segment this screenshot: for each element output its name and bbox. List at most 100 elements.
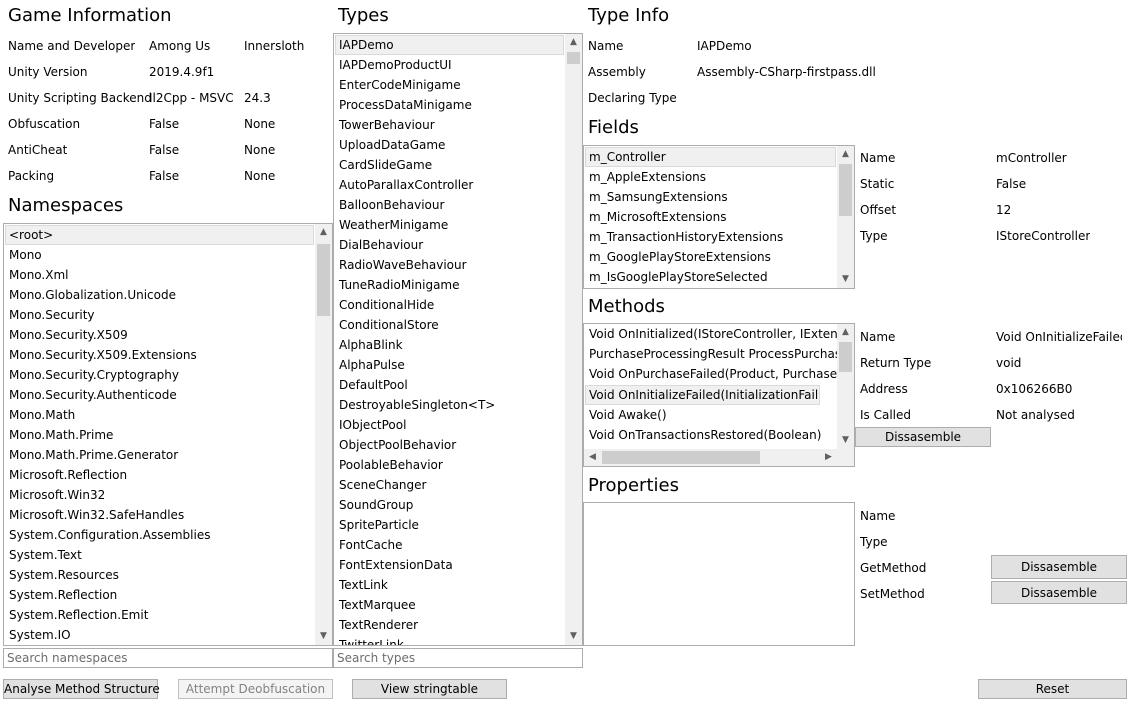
list-item[interactable]: WeatherMinigame <box>334 215 582 235</box>
scroll-up-icon[interactable]: ▲ <box>837 146 854 163</box>
detail-label: Name <box>860 509 896 523</box>
list-item[interactable]: FontExtensionData <box>334 555 582 575</box>
setmethod-disassemble-button[interactable]: Dissasemble <box>991 581 1127 604</box>
scroll-down-icon[interactable]: ▼ <box>837 271 854 288</box>
methods-list[interactable]: Void OnInitialized(IStoreController, IEx… <box>583 323 855 467</box>
list-item[interactable]: System.Reflection.Emit <box>4 605 332 625</box>
list-item[interactable]: SceneChanger <box>334 475 582 495</box>
list-item[interactable]: m_AppleExtensions <box>584 167 854 187</box>
list-item[interactable]: TuneRadioMinigame <box>334 275 582 295</box>
getmethod-disassemble-button[interactable]: Dissasemble <box>991 555 1127 579</box>
scrollbar-thumb[interactable] <box>602 451 760 464</box>
scrollbar-thumb[interactable] <box>839 164 852 216</box>
properties-list[interactable] <box>583 502 855 646</box>
list-item[interactable]: m_SamsungExtensions <box>584 187 854 207</box>
list-item[interactable]: DefaultPool <box>334 375 582 395</box>
list-item[interactable]: DialBehaviour <box>334 235 582 255</box>
reset-button[interactable]: Reset <box>978 679 1127 699</box>
list-item[interactable]: TextMarquee <box>334 595 582 615</box>
view-stringtable-button[interactable]: View stringtable <box>352 679 507 699</box>
list-item[interactable]: FontCache <box>334 535 582 555</box>
list-item[interactable]: Mono.Security <box>4 305 332 325</box>
scroll-down-icon[interactable]: ▼ <box>837 432 854 449</box>
list-item[interactable]: CardSlideGame <box>334 155 582 175</box>
list-item[interactable]: PurchaseProcessingResult ProcessPurchase… <box>584 344 838 364</box>
list-item[interactable]: Void OnPurchaseFailed(Product, PurchaseF… <box>584 364 838 384</box>
list-item[interactable]: Mono.Globalization.Unicode <box>4 285 332 305</box>
list-item[interactable]: PoolableBehavior <box>334 455 582 475</box>
scrollbar-thumb[interactable] <box>839 342 852 372</box>
list-item[interactable]: IAPDemo <box>335 35 564 55</box>
list-item[interactable]: Mono.Math <box>4 405 332 425</box>
scroll-up-icon[interactable]: ▲ <box>837 324 854 341</box>
list-item[interactable]: Mono.Security.X509 <box>4 325 332 345</box>
scroll-right-icon[interactable]: ▶ <box>820 449 837 466</box>
types-scrollbar[interactable]: ▲ ▼ <box>565 34 582 645</box>
list-item[interactable]: TowerBehaviour <box>334 115 582 135</box>
list-item[interactable]: Void OnTransactionsRestored(Boolean) <box>584 425 838 445</box>
list-item[interactable]: Microsoft.Reflection <box>4 465 332 485</box>
types-list[interactable]: IAPDemo IAPDemoProductUI EnterCodeMinigame… <box>333 33 583 646</box>
list-item[interactable]: Microsoft.Win32 <box>4 485 332 505</box>
list-item[interactable]: m_TransactionHistoryExtensions <box>584 227 854 247</box>
search-types-input[interactable] <box>333 648 583 668</box>
list-item[interactable]: Mono.Math.Prime.Generator <box>4 445 332 465</box>
list-item[interactable]: SpriteParticle <box>334 515 582 535</box>
fields-list[interactable]: m_Controller m_AppleExtensions m_SamsungEx… <box>583 145 855 289</box>
list-item[interactable]: Void Awake() <box>584 405 838 425</box>
list-item[interactable]: IAPDemoProductUI <box>334 55 582 75</box>
namespaces-scrollbar[interactable]: ▲ ▼ <box>315 224 332 645</box>
scroll-left-icon[interactable]: ◀ <box>584 449 601 466</box>
namespaces-list[interactable]: <root> Mono Mono.Xml Mono.Globalization.Uni… <box>3 223 333 646</box>
list-item[interactable]: SoundGroup <box>334 495 582 515</box>
list-item[interactable]: AlphaBlink <box>334 335 582 355</box>
list-item[interactable]: System.Configuration.Assemblies <box>4 525 332 545</box>
scrollbar-thumb[interactable] <box>567 52 580 64</box>
scroll-down-icon[interactable]: ▼ <box>315 628 332 645</box>
search-namespaces-input[interactable] <box>3 648 333 668</box>
list-item[interactable]: IObjectPool <box>334 415 582 435</box>
list-item[interactable]: ProcessDataMinigame <box>334 95 582 115</box>
list-item[interactable]: AlphaPulse <box>334 355 582 375</box>
list-item[interactable]: Mono.Math.Prime <box>4 425 332 445</box>
scroll-up-icon[interactable]: ▲ <box>565 34 582 51</box>
scroll-up-icon[interactable]: ▲ <box>315 224 332 241</box>
list-item[interactable]: ConditionalStore <box>334 315 582 335</box>
methods-vscrollbar[interactable]: ▲ ▼ <box>837 324 854 449</box>
list-item[interactable]: Void OnInitialized(IStoreController, IEx… <box>584 324 838 344</box>
list-item[interactable]: DestroyableSingleton<T> <box>334 395 582 415</box>
attempt-deobfuscation-button[interactable]: Attempt Deobfuscation <box>178 679 333 699</box>
list-item[interactable]: ObjectPoolBehavior <box>334 435 582 455</box>
list-item[interactable]: BalloonBehaviour <box>334 195 582 215</box>
list-item[interactable]: Mono.Security.X509.Extensions <box>4 345 332 365</box>
list-item[interactable]: TwitterLink <box>334 635 582 645</box>
list-item[interactable]: Mono.Xml <box>4 265 332 285</box>
list-item[interactable]: TextLink <box>334 575 582 595</box>
list-item[interactable]: UploadDataGame <box>334 135 582 155</box>
list-item[interactable]: m_GooglePlayStoreExtensions <box>584 247 854 267</box>
list-item[interactable]: ConditionalHide <box>334 295 582 315</box>
list-item[interactable]: Void OnInitializeFailed(InitializationFa… <box>585 385 820 405</box>
analyse-method-structure-button[interactable]: Analyse Method Structure <box>3 679 160 699</box>
list-item[interactable]: System.Text <box>4 545 332 565</box>
methods-hscrollbar[interactable]: ◀ ▶ <box>584 449 854 466</box>
fields-scrollbar[interactable]: ▲ ▼ <box>837 146 854 288</box>
method-disassemble-button[interactable]: Dissasemble <box>855 427 991 447</box>
list-item[interactable]: Mono <box>4 245 332 265</box>
list-item[interactable]: TextRenderer <box>334 615 582 635</box>
list-item[interactable]: System.IO <box>4 625 332 645</box>
list-item[interactable]: System.Reflection <box>4 585 332 605</box>
list-item[interactable]: Microsoft.Win32.SafeHandles <box>4 505 332 525</box>
list-item[interactable]: Mono.Security.Authenticode <box>4 385 332 405</box>
list-item[interactable]: AutoParallaxController <box>334 175 582 195</box>
list-item[interactable]: RadioWaveBehaviour <box>334 255 582 275</box>
list-item[interactable]: m_MicrosoftExtensions <box>584 207 854 227</box>
list-item[interactable]: EnterCodeMinigame <box>334 75 582 95</box>
list-item[interactable]: System.Resources <box>4 565 332 585</box>
list-item[interactable]: <root> <box>5 225 314 245</box>
scrollbar-thumb[interactable] <box>317 244 330 316</box>
scroll-down-icon[interactable]: ▼ <box>565 628 582 645</box>
list-item[interactable]: Mono.Security.Cryptography <box>4 365 332 385</box>
list-item[interactable]: m_IsGooglePlayStoreSelected <box>584 267 854 287</box>
list-item[interactable]: m_Controller <box>585 147 836 167</box>
